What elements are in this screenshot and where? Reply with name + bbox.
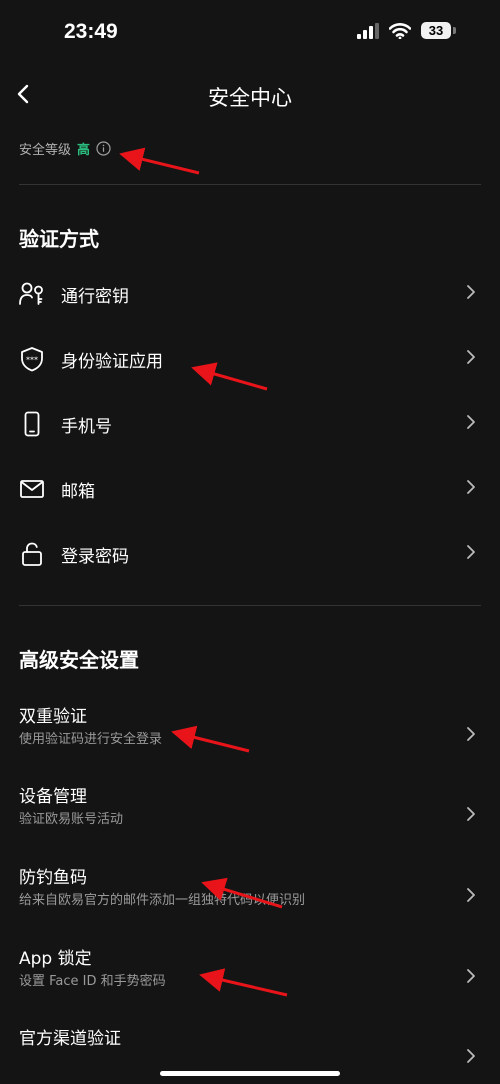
chevron-right-icon [466,479,476,499]
chevron-right-icon [466,349,476,369]
status-icons: 33 [357,22,456,39]
app-lock-row[interactable]: App 锁定 设置 Face ID 和手势密码 [19,944,481,1004]
annotation-arrow [119,147,200,175]
nav-bar: 安全中心 [0,70,500,120]
authenticator-app-label: 身份验证应用 [61,351,163,372]
authenticator-shield-icon: *** [19,346,45,372]
two-factor-row[interactable]: 双重验证 使用验证码进行安全登录 [19,702,481,762]
app-lock-label: App 锁定 [19,949,92,969]
passkey-row[interactable]: 通行密钥 [19,269,481,319]
chevron-right-icon [466,544,476,564]
phone-row[interactable]: 手机号 [19,399,481,449]
anti-phishing-label: 防钓鱼码 [19,868,87,888]
info-icon[interactable] [96,141,111,156]
authenticator-app-row[interactable]: *** 身份验证应用 [19,334,481,384]
device-management-sub: 验证欧易账号活动 [19,812,124,827]
passkey-icon [19,281,45,307]
signal-icon [357,22,379,39]
chevron-right-icon [466,726,476,746]
official-channel-label: 官方渠道验证 [19,1029,121,1049]
passkey-label: 通行密钥 [61,286,129,307]
advanced-section-title: 高级安全设置 [19,648,139,672]
two-factor-sub: 使用验证码进行安全登录 [19,732,163,747]
divider [19,184,481,185]
anti-phishing-row[interactable]: 防钓鱼码 给来自欧易官方的邮件添加一组独特代码以便识别 [19,863,481,923]
security-level-value: 高 [77,143,91,158]
security-level-label: 安全等级 [19,143,72,158]
anti-phishing-sub: 给来自欧易官方的邮件添加一组独特代码以便识别 [19,893,306,908]
status-time: 23:49 [64,20,118,43]
status-bar: 23:49 33 [0,0,500,66]
email-label: 邮箱 [61,481,95,502]
battery-level: 33 [421,22,451,39]
chevron-right-icon [466,414,476,434]
app-lock-sub: 设置 Face ID 和手势密码 [19,974,166,989]
chevron-right-icon [466,968,476,988]
page-title: 安全中心 [208,86,292,110]
login-password-row[interactable]: 登录密码 [19,529,481,579]
wifi-icon [389,22,411,39]
login-password-label: 登录密码 [61,546,129,567]
svg-text:***: *** [26,356,38,365]
divider [19,605,481,606]
chevron-right-icon [466,887,476,907]
battery-icon: 33 [421,22,456,39]
lock-icon [19,541,45,567]
device-management-row[interactable]: 设备管理 验证欧易账号活动 [19,782,481,842]
chevron-right-icon [466,284,476,304]
phone-icon [19,411,45,437]
chevron-right-icon [466,806,476,826]
verification-section-title: 验证方式 [19,227,99,251]
mail-icon [19,476,45,502]
phone-label: 手机号 [61,416,112,437]
device-management-label: 设备管理 [19,787,87,807]
two-factor-label: 双重验证 [19,707,87,727]
email-row[interactable]: 邮箱 [19,464,481,514]
home-indicator [160,1071,340,1076]
security-level: 安全等级 高 [19,139,111,158]
chevron-right-icon [466,1048,476,1068]
